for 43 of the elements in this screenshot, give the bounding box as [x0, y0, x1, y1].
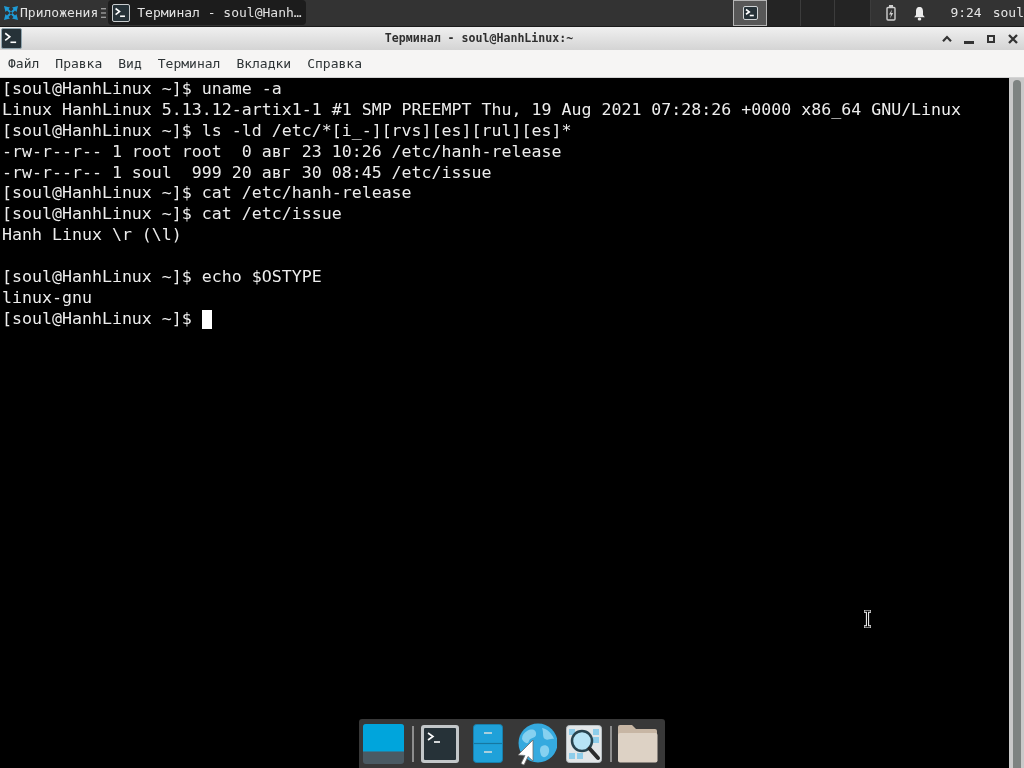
- terminal-icon: [742, 6, 758, 20]
- output-line: linux-gnu: [2, 287, 92, 309]
- output-line: -rw-r--r-- 1 root root 0 авг 23 10:26 /etc/hanh-release: [2, 141, 562, 163]
- terminal-icon: [112, 3, 131, 22]
- battery-icon[interactable]: [886, 5, 897, 21]
- terminal-icon[interactable]: [421, 724, 459, 763]
- maximize-icon: [987, 34, 995, 43]
- menu-item[interactable]: Правка: [47, 50, 111, 77]
- handle-icon[interactable]: [101, 7, 107, 19]
- menu-item[interactable]: Вид: [110, 50, 150, 77]
- output-line: Linux HanhLinux 5.13.12-artix1-1 #1 SMP PREEMPT Thu, 19 Aug 2021 07:28:26 +0000 x86_64 GNU/Linux: [2, 99, 962, 121]
- desktop-icon[interactable]: [363, 723, 404, 764]
- scrollbar-thumb[interactable]: [1013, 80, 1021, 768]
- close-icon: [1008, 33, 1018, 44]
- prompt-text: [soul@HanhLinux ~]$: [2, 308, 192, 330]
- caret-up-icon: [942, 35, 952, 42]
- search-icon[interactable]: [566, 724, 602, 763]
- bell-icon[interactable]: [913, 5, 927, 21]
- cabinet-icon[interactable]: [473, 724, 503, 763]
- clock-text: 9:24: [950, 5, 982, 21]
- command-line: [soul@HanhLinux ~]$ uname -a: [2, 79, 282, 100]
- menu-item[interactable]: Справка: [299, 50, 370, 77]
- workspace-button[interactable]: [733, 0, 768, 26]
- globe-cursor-icon[interactable]: [515, 721, 557, 766]
- output-line: -rw-r--r-- 1 soul 999 20 авг 30 08:45 /etc/issue: [2, 162, 492, 184]
- folder-icon[interactable]: [617, 724, 658, 763]
- taskbar-button[interactable]: Терминал - soul@Hanh…: [108, 0, 306, 25]
- apps-menu-button[interactable]: Приложения: [0, 0, 99, 26]
- command-line: [soul@HanhLinux ~]$ ls -ld /etc/*[i_-][rvs][es][rul][es]*: [2, 120, 572, 142]
- logo-icon: [4, 6, 18, 20]
- menu-item[interactable]: Файл: [0, 50, 48, 77]
- menu-item[interactable]: Терминал: [149, 50, 229, 77]
- minimize-icon: [964, 41, 974, 44]
- scrollbar[interactable]: [1009, 78, 1024, 768]
- output-line: Hanh Linux \r (\l): [2, 225, 182, 247]
- command-line: [soul@HanhLinux ~]$ cat /etc/issue: [2, 204, 342, 226]
- block-cursor-icon: [201, 309, 212, 329]
- command-line: [soul@HanhLinux ~]$ echo $OSTYPE: [2, 267, 322, 288]
- command-line: [soul@HanhLinux ~]$ cat /etc/hanh-release: [2, 183, 412, 205]
- text-pointer-icon: [863, 610, 872, 628]
- window-title: Терминал - soul@HanhLinux:~: [383, 29, 575, 47]
- menu-item[interactable]: Вкладки: [228, 50, 300, 77]
- user-name: soul: [992, 5, 1024, 21]
